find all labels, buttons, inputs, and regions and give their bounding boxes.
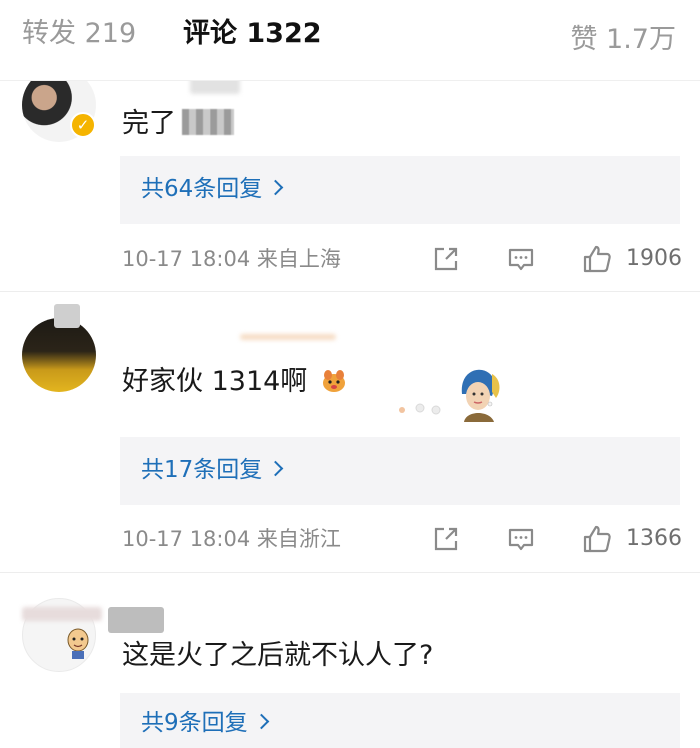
comment-reply-icon[interactable] (506, 524, 536, 554)
thumbs-up-icon[interactable] (582, 244, 612, 274)
comment-reply-icon[interactable] (506, 244, 536, 274)
comment-item: 这是火了之后就不认人了? 共9条回复 (0, 573, 700, 748)
thumbs-up-icon[interactable] (582, 524, 612, 554)
tab-bar: 转发 219 评论 1322 赞 1.7万 (0, 0, 700, 81)
share-icon[interactable] (431, 244, 461, 274)
tab-repost[interactable]: 转发 219 (22, 14, 136, 54)
comment-time-location: 10-17 18:04 来自浙江 (122, 527, 341, 551)
cartoon-face-icon (67, 628, 89, 659)
avatar[interactable] (22, 318, 96, 392)
comment-body: 好家伙 1314啊 (122, 366, 308, 397)
censored-text-mosaic (210, 109, 234, 135)
reply-summary-box[interactable]: 共9条回复 (120, 693, 680, 748)
comment-body: 完了 (122, 108, 176, 139)
girl-with-pearl-earring-sticker-icon (461, 369, 500, 422)
reply-summary-link[interactable]: 共17条回复 (141, 453, 284, 487)
reply-summary-box[interactable]: 共64条回复 (120, 156, 680, 224)
comment-meta-row: 10-17 18:04 来自浙江 1366 (0, 520, 700, 560)
comment-text: 完了 (122, 104, 234, 144)
share-icon[interactable] (431, 524, 461, 554)
chevron-right-icon (268, 179, 284, 196)
username-blurred (240, 334, 336, 340)
censored-text-mosaic (182, 109, 210, 135)
username-blurred (54, 304, 80, 328)
comment-body: 这是火了之后就不认人了? (122, 640, 434, 671)
comment-time-location: 10-17 18:04 来自上海 (122, 247, 341, 271)
username-blurred (22, 607, 102, 621)
chevron-right-icon (268, 460, 284, 477)
reply-summary-label: 共9条回复 (141, 710, 248, 736)
comment-item: 好家伙 1314啊 共17条回复 10-17 18:04 来自浙江 1366 (0, 292, 700, 572)
comment-page: 转发 219 评论 1322 赞 1.7万 ✓ 完了 共64条回复 10-17 … (0, 0, 700, 748)
reply-summary-link[interactable]: 共9条回复 (141, 706, 269, 740)
dog-emoji-icon (323, 370, 345, 392)
reply-summary-box[interactable]: 共17条回复 (120, 437, 680, 505)
comment-text: 这是火了之后就不认人了? (122, 636, 433, 676)
tab-likes[interactable]: 赞 1.7万 (570, 20, 676, 60)
reply-summary-label: 共64条回复 (141, 176, 263, 202)
reply-summary-label: 共17条回复 (141, 457, 263, 483)
comment-meta-row: 10-17 18:04 来自上海 1906 (0, 240, 700, 280)
username-blurred (108, 607, 164, 633)
tab-comments[interactable]: 评论 1322 (183, 14, 322, 54)
verified-badge-icon: ✓ (70, 112, 96, 138)
reply-summary-link[interactable]: 共64条回复 (141, 172, 284, 206)
decorative-dots-icon (399, 403, 441, 415)
chevron-right-icon (253, 713, 269, 730)
like-count: 1366 (626, 526, 682, 551)
like-count: 1906 (626, 246, 682, 271)
comment-text: 好家伙 1314啊 (122, 362, 307, 402)
